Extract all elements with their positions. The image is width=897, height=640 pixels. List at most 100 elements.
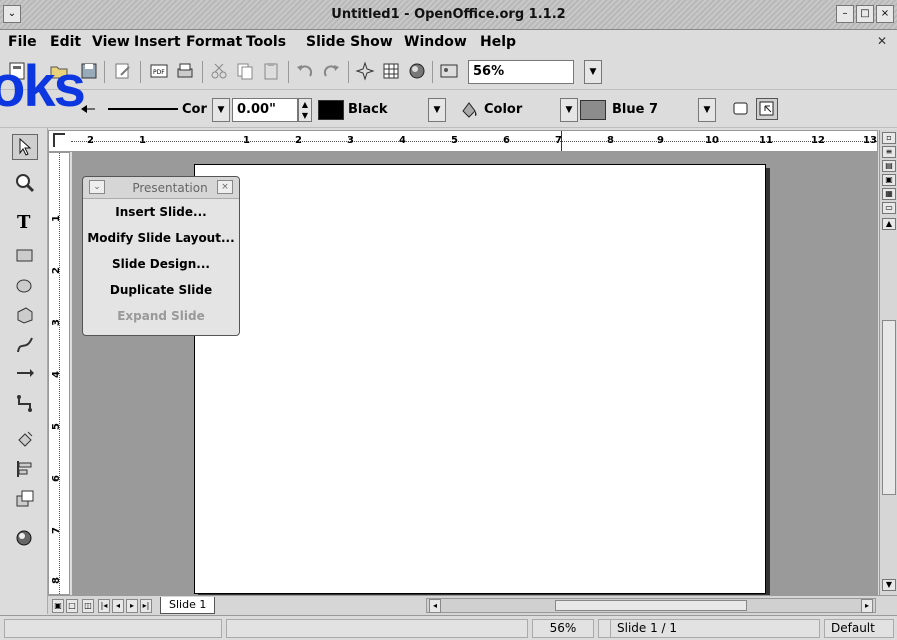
slide-canvas[interactable] (194, 164, 766, 594)
ruler-v-label: 7 (50, 527, 62, 534)
print-icon[interactable] (174, 60, 196, 82)
slides-view-icon[interactable]: ▤ (882, 160, 896, 172)
line-width-field[interactable]: 0.00" (232, 98, 298, 122)
menu-slide-show[interactable]: Slide Show (306, 34, 393, 50)
line-style-dropdown-button[interactable]: ▼ (212, 98, 230, 122)
horizontal-scrollbar[interactable]: ◂ ▸ (426, 598, 876, 613)
line-color-dropdown-button[interactable]: ▼ (428, 98, 446, 122)
insert-slide-button[interactable]: Insert Slide... (83, 199, 239, 225)
scroll-left-button[interactable]: ◂ (429, 599, 441, 613)
area-style-dropdown-button[interactable]: ▼ (560, 98, 578, 122)
edit-file-icon[interactable] (112, 60, 134, 82)
close-document-icon[interactable]: ✕ (877, 34, 887, 48)
next-tab-button[interactable]: ▸ (126, 599, 138, 613)
3d-effects-icon[interactable] (406, 60, 428, 82)
paste-icon[interactable] (260, 60, 282, 82)
ruler-h-label: 11 (759, 135, 773, 146)
horizontal-scroll-thumb[interactable] (555, 600, 747, 611)
connector-tool-icon[interactable] (12, 390, 38, 416)
area-style-value[interactable]: Color (484, 102, 522, 117)
maximize-button[interactable]: □ (856, 5, 874, 23)
menu-view[interactable]: View (92, 34, 130, 50)
status-zoom[interactable]: 56% (532, 619, 594, 638)
menu-help[interactable]: Help (480, 34, 516, 50)
undo-icon[interactable] (294, 60, 316, 82)
3d-objects-icon[interactable] (12, 302, 38, 328)
tab-slide-1[interactable]: Slide 1 (160, 597, 216, 614)
cut-icon[interactable] (208, 60, 230, 82)
curve-tool-icon[interactable] (12, 332, 38, 358)
ruler-h-label: 1 (243, 135, 250, 146)
layer-mode-icon[interactable]: ▣ (52, 599, 64, 613)
export-pdf-icon[interactable]: PDF (148, 60, 170, 82)
menu-insert[interactable]: Insert (134, 34, 181, 50)
ellipse-tool-icon[interactable] (12, 272, 38, 298)
line-width-spinner[interactable]: ▲ ▼ (298, 98, 312, 122)
first-tab-button[interactable]: |◂ (98, 599, 110, 613)
ruler-h-label: 8 (607, 135, 614, 146)
expand-slide-button: Expand Slide (117, 309, 205, 323)
text-tool-icon[interactable]: T (12, 208, 38, 234)
display-select-icon[interactable] (756, 98, 778, 120)
horizontal-ruler[interactable]: 2 1 1 2 3 4 5 6 7 8 9 10 11 12 13 (48, 130, 878, 152)
slide-show-view-icon[interactable]: ▭ (882, 202, 896, 214)
zoom-dropdown-button[interactable]: ▼ (584, 60, 602, 84)
title-bar: ⌄ Untitled1 - OpenOffice.org 1.1.2 – □ × (0, 0, 897, 30)
scroll-up-button[interactable]: ▲ (882, 218, 896, 230)
ruler-v-label: 4 (50, 371, 62, 378)
area-fill-icon[interactable] (458, 98, 480, 120)
close-window-button[interactable]: × (876, 5, 894, 23)
effects-tool-icon[interactable] (12, 426, 38, 452)
menu-window[interactable]: Window (404, 34, 467, 50)
outline-view-icon[interactable]: ≡ (882, 146, 896, 158)
arrange-tool-icon[interactable] (12, 486, 38, 512)
page-mode-icon[interactable]: □ (66, 599, 78, 613)
vertical-ruler[interactable]: 1 2 3 4 5 6 7 8 (48, 152, 70, 595)
ruler-h-label: 4 (399, 135, 406, 146)
vertical-scroll-thumb[interactable] (882, 320, 896, 495)
last-tab-button[interactable]: ▸| (140, 599, 152, 613)
line-style-preview (108, 100, 178, 118)
area-color-value[interactable]: Blue 7 (612, 102, 658, 117)
drawing-view-icon[interactable]: ▫ (882, 132, 896, 144)
ruler-h-label: 1 (139, 135, 146, 146)
presentation-panel-titlebar[interactable]: ⌄ Presentation × (83, 177, 239, 199)
area-color-dropdown-button[interactable]: ▼ (698, 98, 716, 122)
zoom-tool-icon[interactable] (12, 170, 38, 196)
copy-icon[interactable] (234, 60, 256, 82)
gallery-icon[interactable] (438, 60, 460, 82)
table-icon[interactable] (380, 60, 402, 82)
slide-design-button[interactable]: Slide Design... (83, 251, 239, 277)
line-style-value[interactable]: Cor (182, 102, 207, 117)
master-mode-icon[interactable]: ◫ (82, 599, 94, 613)
menu-tools[interactable]: Tools (246, 34, 286, 50)
duplicate-slide-button[interactable]: Duplicate Slide (83, 277, 239, 303)
slide-tab-bar: ▣ □ ◫ |◂ ◂ ▸ ▸| Slide 1 ◂ ▸ (48, 595, 897, 615)
prev-tab-button[interactable]: ◂ (112, 599, 124, 613)
ruler-h-label: 5 (451, 135, 458, 146)
3d-controller-icon[interactable] (12, 524, 38, 550)
shadow-icon[interactable] (730, 98, 752, 120)
line-arrow-tool-icon[interactable] (12, 360, 38, 386)
ruler-h-label: 6 (503, 135, 510, 146)
minimize-button[interactable]: – (836, 5, 854, 23)
window-title: Untitled1 - OpenOffice.org 1.1.2 (331, 7, 566, 22)
alignment-tool-icon[interactable] (12, 456, 38, 482)
menu-edit[interactable]: Edit (50, 34, 81, 50)
navigator-icon[interactable] (354, 60, 376, 82)
line-color-value[interactable]: Black (348, 102, 388, 117)
menu-file[interactable]: File (8, 34, 37, 50)
redo-icon[interactable] (320, 60, 342, 82)
scroll-right-button[interactable]: ▸ (861, 599, 873, 613)
handout-view-icon[interactable]: ▦ (882, 188, 896, 200)
vertical-scrollbar[interactable]: ▫ ≡ ▤ ▣ ▦ ▭ ▲ ▼ (879, 130, 897, 595)
scroll-down-button[interactable]: ▼ (882, 579, 896, 591)
notes-view-icon[interactable]: ▣ (882, 174, 896, 186)
rectangle-tool-icon[interactable] (12, 242, 38, 268)
zoom-combo[interactable]: 56% (468, 60, 574, 84)
select-arrow-icon[interactable] (12, 134, 38, 160)
modify-slide-layout-button[interactable]: Modify Slide Layout... (83, 225, 239, 251)
menu-format[interactable]: Format (186, 34, 242, 50)
panel-close-icon[interactable]: × (217, 180, 233, 194)
ruler-h-label: 2 (295, 135, 302, 146)
